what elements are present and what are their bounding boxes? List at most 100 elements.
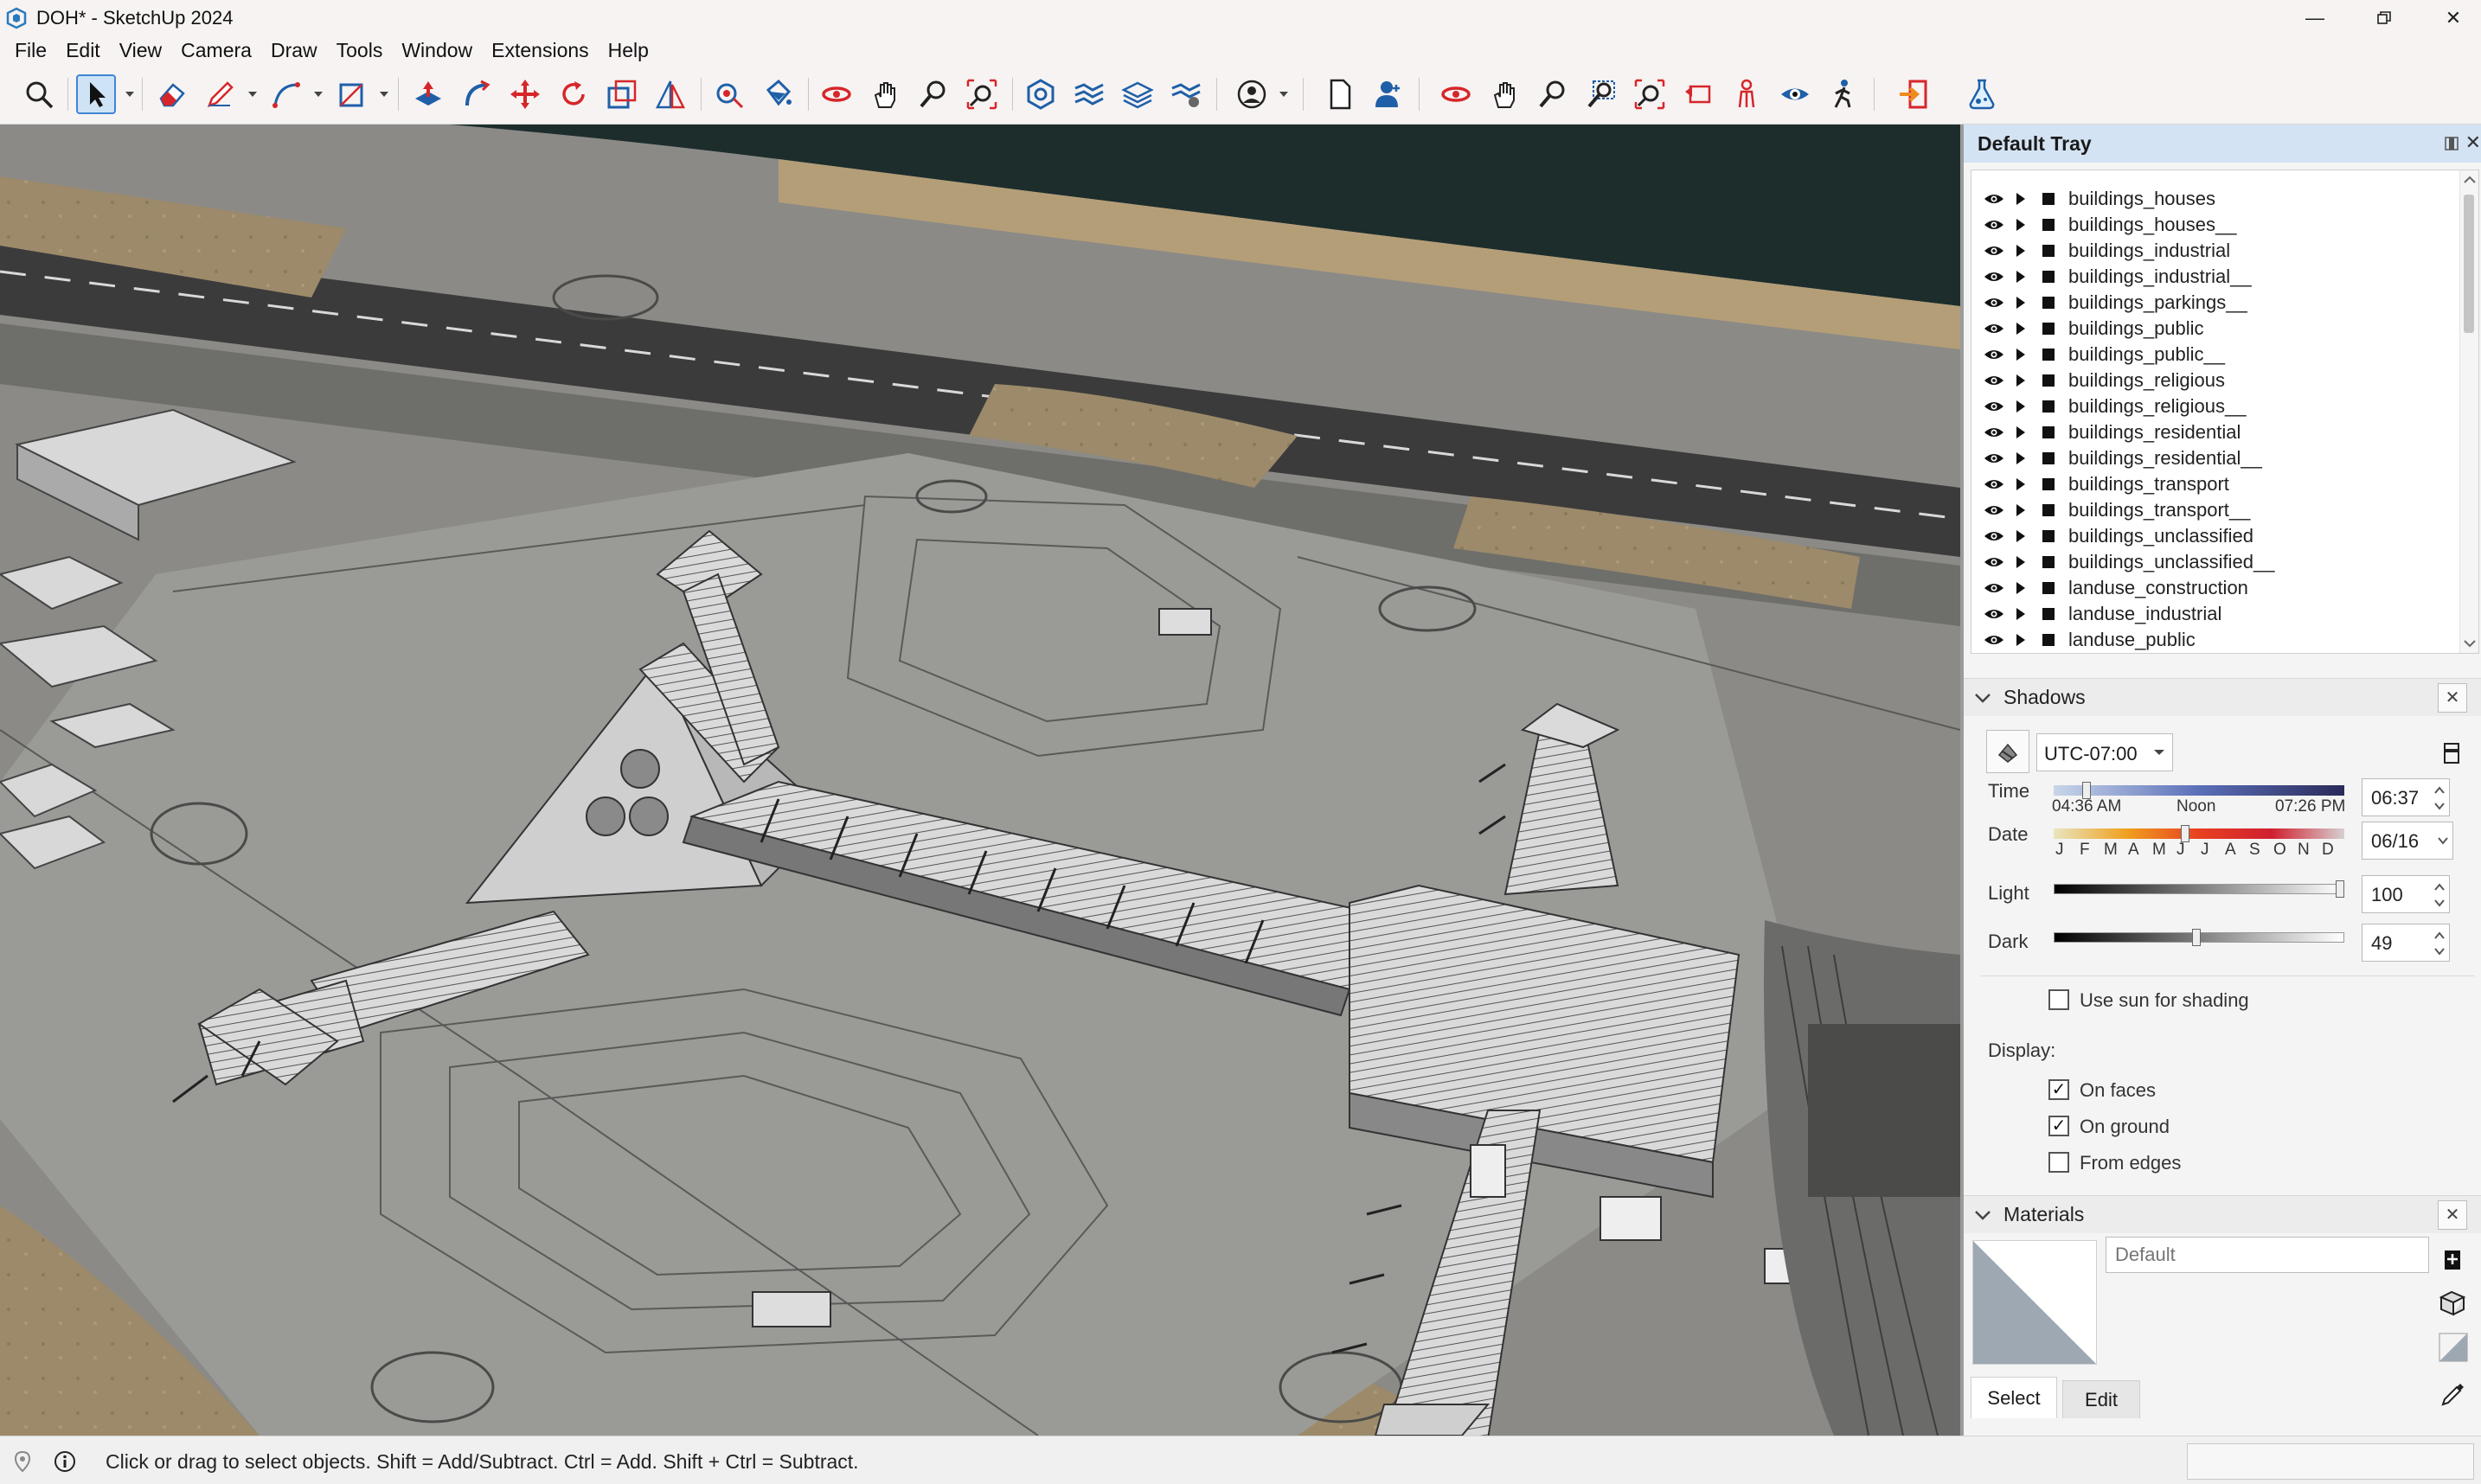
scroll-up-icon[interactable] xyxy=(2464,176,2476,184)
zoom-2-button[interactable] xyxy=(1533,74,1573,114)
expand-arrow-icon[interactable] xyxy=(2015,528,2027,544)
close-window-button[interactable]: ✕ xyxy=(2427,0,2479,36)
menu-extensions[interactable]: Extensions xyxy=(482,39,599,62)
paint-bucket-tool-button[interactable] xyxy=(758,74,798,114)
material-collection-icon[interactable] xyxy=(2438,1287,2467,1316)
geo-location-status-icon[interactable] xyxy=(12,1450,33,1473)
pan-2-button[interactable] xyxy=(1484,74,1524,114)
time-slider-thumb[interactable] xyxy=(2081,782,2091,799)
calendar-dropdown-icon[interactable] xyxy=(2437,835,2449,847)
expand-arrow-icon[interactable] xyxy=(2015,347,2027,362)
menu-tools[interactable]: Tools xyxy=(327,39,393,62)
look-around-button[interactable] xyxy=(1775,74,1815,114)
scale-tool-button[interactable] xyxy=(602,74,642,114)
scroll-thumb[interactable] xyxy=(2464,195,2474,333)
zoom-tool-button[interactable] xyxy=(914,74,953,114)
expand-arrow-icon[interactable] xyxy=(2015,502,2027,518)
shadow-settings-icon[interactable] xyxy=(2441,740,2462,766)
expand-arrow-icon[interactable] xyxy=(2015,373,2027,388)
expand-arrow-icon[interactable] xyxy=(2015,606,2027,622)
expand-arrow-icon[interactable] xyxy=(2015,295,2027,310)
visibility-eye-icon[interactable] xyxy=(1984,555,2004,569)
light-slider-track[interactable] xyxy=(2054,884,2344,894)
chevron-down-icon[interactable] xyxy=(247,90,258,99)
zoom-extents-tool-button[interactable] xyxy=(962,74,1002,114)
outliner-row[interactable]: landuse_construction xyxy=(1971,575,2456,601)
orbit-tool-button[interactable] xyxy=(817,74,856,114)
spin-up-icon[interactable] xyxy=(2433,784,2446,796)
visibility-eye-icon[interactable] xyxy=(1984,322,2004,336)
outliner-row[interactable]: buildings_parkings__ xyxy=(1971,290,2456,316)
shadows-close-button[interactable]: ✕ xyxy=(2438,682,2467,713)
outliner-row[interactable]: buildings_transport__ xyxy=(1971,497,2456,523)
visibility-eye-icon[interactable] xyxy=(1984,529,2004,543)
menu-camera[interactable]: Camera xyxy=(171,39,261,62)
minimize-button[interactable]: — xyxy=(2289,0,2341,36)
new-document-button[interactable] xyxy=(1320,74,1360,114)
pencil-tool-button[interactable] xyxy=(201,74,240,114)
date-input[interactable]: 06/16 xyxy=(2362,822,2453,860)
spin-down-icon[interactable] xyxy=(2433,945,2446,957)
chevron-down-icon[interactable] xyxy=(313,90,324,99)
outliner-row[interactable]: buildings_religious xyxy=(1971,368,2456,393)
arc-tool-button[interactable] xyxy=(266,74,306,114)
menu-draw[interactable]: Draw xyxy=(261,39,327,62)
zoom-window-button[interactable] xyxy=(1581,74,1621,114)
menu-edit[interactable]: Edit xyxy=(56,39,110,62)
materials-tab-select[interactable]: Select xyxy=(1971,1377,2057,1418)
outliner-row[interactable]: buildings_industrial xyxy=(1971,238,2456,264)
exit-button[interactable] xyxy=(1894,74,1934,114)
material-name-input[interactable] xyxy=(2106,1237,2429,1273)
create-material-icon[interactable] xyxy=(2441,1245,2464,1271)
light-input[interactable]: 100 xyxy=(2362,875,2450,913)
shadow-toggle-button[interactable] xyxy=(1986,730,2029,773)
pin-icon[interactable] xyxy=(2443,135,2460,152)
extension-button[interactable] xyxy=(1962,74,2002,114)
visibility-eye-icon[interactable] xyxy=(1984,400,2004,413)
outliner-row[interactable]: buildings_public__ xyxy=(1971,342,2456,368)
user-button[interactable] xyxy=(1369,74,1408,114)
use-sun-checkbox[interactable] xyxy=(2048,989,2069,1010)
sample-paint-swatch-icon[interactable] xyxy=(2438,1332,2469,1363)
spin-down-icon[interactable] xyxy=(2433,800,2446,812)
follow-me-tool-button[interactable] xyxy=(457,74,497,114)
outliner-row[interactable]: buildings_industrial__ xyxy=(1971,264,2456,290)
offset-tool-button[interactable] xyxy=(651,74,690,114)
visibility-eye-icon[interactable] xyxy=(1984,633,2004,647)
tray-close-icon[interactable]: ✕ xyxy=(2465,131,2481,154)
expand-arrow-icon[interactable] xyxy=(2015,217,2027,233)
time-input[interactable]: 06:37 xyxy=(2362,778,2450,816)
outliner-row[interactable]: buildings_houses xyxy=(1971,186,2456,212)
visibility-eye-icon[interactable] xyxy=(1984,348,2004,361)
visibility-eye-icon[interactable] xyxy=(1984,192,2004,206)
rotate-tool-button[interactable] xyxy=(554,74,593,114)
visibility-eye-icon[interactable] xyxy=(1984,581,2004,595)
visibility-eye-icon[interactable] xyxy=(1984,425,2004,439)
pan-tool-button[interactable] xyxy=(865,74,905,114)
expand-arrow-icon[interactable] xyxy=(2015,425,2027,440)
dark-input[interactable]: 49 xyxy=(2362,924,2450,962)
outliner-row[interactable]: landuse_public xyxy=(1971,627,2456,653)
expand-arrow-icon[interactable] xyxy=(2015,399,2027,414)
menu-help[interactable]: Help xyxy=(599,39,658,62)
visibility-eye-icon[interactable] xyxy=(1984,218,2004,232)
materials-close-button[interactable]: ✕ xyxy=(2438,1199,2467,1230)
outliner-row[interactable]: buildings_transport xyxy=(1971,471,2456,497)
visibility-eye-icon[interactable] xyxy=(1984,244,2004,258)
expand-arrow-icon[interactable] xyxy=(2015,632,2027,648)
chevron-down-icon[interactable] xyxy=(379,90,389,99)
search-button[interactable] xyxy=(19,74,59,114)
outliner-row[interactable]: buildings_unclassified__ xyxy=(1971,549,2456,575)
expand-arrow-icon[interactable] xyxy=(2015,269,2027,285)
eraser-tool-button[interactable] xyxy=(152,74,192,114)
expand-arrow-icon[interactable] xyxy=(2015,580,2027,596)
outliner-scrollbar[interactable] xyxy=(2459,170,2478,653)
outliner-row[interactable]: buildings_public xyxy=(1971,316,2456,342)
date-slider-thumb[interactable] xyxy=(2180,825,2189,842)
outliner-row[interactable]: buildings_residential xyxy=(1971,419,2456,445)
expand-arrow-icon[interactable] xyxy=(2015,243,2027,259)
expand-arrow-icon[interactable] xyxy=(2015,321,2027,336)
walk-button[interactable] xyxy=(1824,74,1863,114)
materials-tab-edit[interactable]: Edit xyxy=(2062,1380,2140,1418)
time-slider-track[interactable] xyxy=(2054,785,2344,796)
